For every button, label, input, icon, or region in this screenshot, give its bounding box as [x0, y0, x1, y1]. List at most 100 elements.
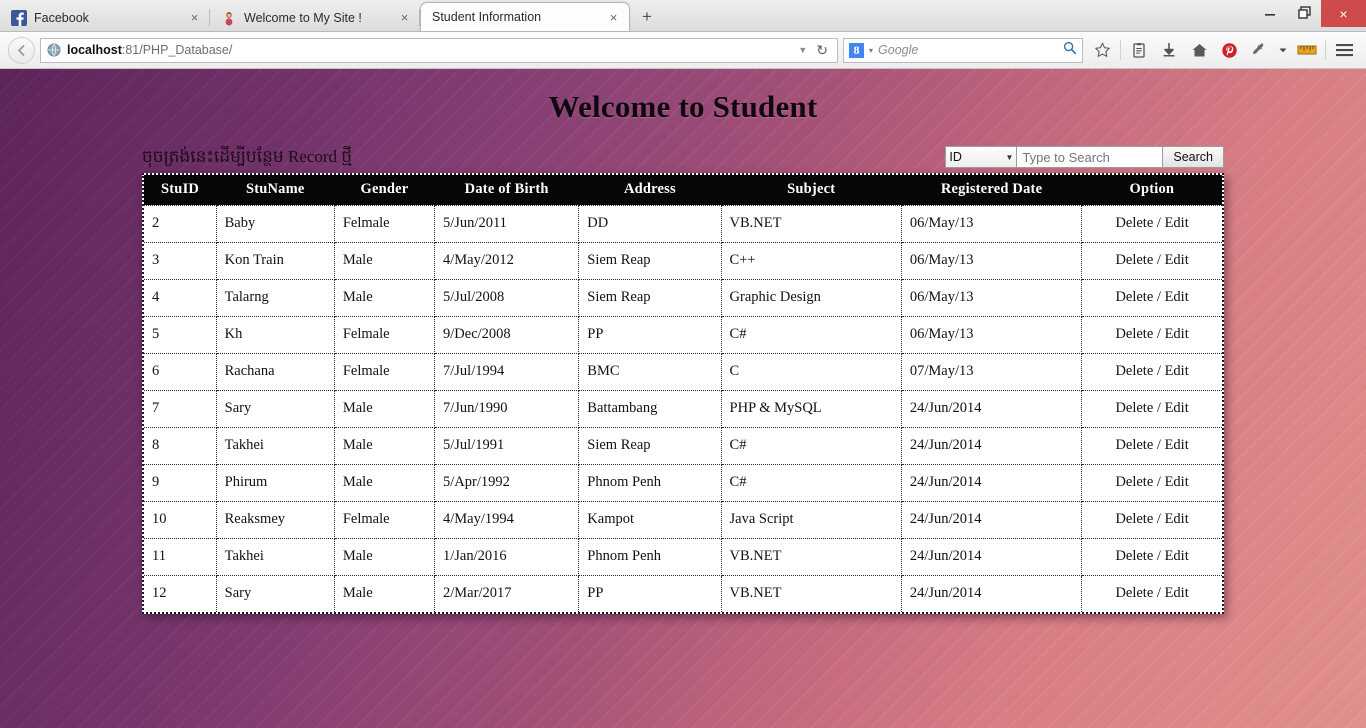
restore-button[interactable]	[1287, 0, 1321, 25]
back-button[interactable]	[8, 36, 35, 64]
edit-link[interactable]: Edit	[1165, 215, 1189, 231]
edit-link[interactable]: Edit	[1165, 548, 1189, 564]
chevron-down-icon[interactable]: ▼	[798, 45, 807, 55]
table-header-row: StuID StuName Gender Date of Birth Addre…	[144, 175, 1222, 205]
cell-stuname: Sary	[215, 574, 335, 612]
minimize-button[interactable]	[1253, 0, 1287, 25]
search-engine-dropdown-icon[interactable]: ▾	[869, 46, 873, 55]
delete-link[interactable]: Delete	[1115, 437, 1153, 453]
cell-stuid: 2	[144, 204, 217, 243]
cell-subject: C#	[720, 315, 902, 354]
cell-date-of-birth: 5/Jun/2011	[434, 204, 580, 243]
cell-address: Siem Reap	[578, 426, 722, 465]
edit-link[interactable]: Edit	[1165, 437, 1189, 453]
cell-option: Delete / Edit	[1081, 315, 1222, 354]
delete-link[interactable]: Delete	[1115, 400, 1153, 416]
browser-search-input[interactable]: Google	[878, 43, 1058, 57]
edit-link[interactable]: Edit	[1165, 289, 1189, 305]
delete-link[interactable]: Delete	[1115, 289, 1153, 305]
new-tab-button[interactable]: +	[634, 5, 660, 30]
edit-link[interactable]: Edit	[1165, 474, 1189, 490]
table-head: StuID StuName Gender Date of Birth Addre…	[144, 175, 1222, 205]
edit-link[interactable]: Edit	[1165, 511, 1189, 527]
home-icon[interactable]	[1185, 37, 1213, 64]
tab-close-icon[interactable]: ×	[606, 10, 621, 25]
pinterest-icon[interactable]	[1215, 37, 1243, 64]
toolbar-icons	[1088, 37, 1358, 64]
cell-option: Delete / Edit	[1081, 500, 1222, 539]
cell-subject: C++	[720, 241, 902, 280]
cell-gender: Male	[333, 389, 436, 428]
browser-search-box[interactable]: 8 ▾ Google	[843, 37, 1083, 63]
reading-list-icon[interactable]	[1125, 37, 1153, 64]
edit-link[interactable]: Edit	[1165, 363, 1189, 379]
search-magnifier-icon[interactable]	[1063, 41, 1077, 60]
column-header-subject: Subject	[721, 175, 902, 205]
cell-stuname: Talarng	[215, 278, 335, 317]
edit-link[interactable]: Edit	[1165, 326, 1189, 342]
cell-registered-date: 24/Jun/2014	[900, 463, 1083, 502]
cell-option: Delete / Edit	[1081, 204, 1222, 243]
edit-link[interactable]: Edit	[1165, 252, 1189, 268]
cell-registered-date: 06/May/13	[900, 278, 1083, 317]
table-row: 5 Kh Felmale 9/Dec/2008 PP C# 06/May/13 Delete …	[144, 315, 1222, 354]
cell-date-of-birth: 7/Jun/1990	[434, 389, 580, 428]
page-toolbar: ចុចត្រង់នេះដើម្បីបន្ថែម Record ថ្មី ID ▼…	[142, 144, 1224, 170]
cell-subject: Java Script	[720, 500, 902, 539]
eyedropper-icon[interactable]	[1245, 37, 1273, 64]
delete-link[interactable]: Delete	[1115, 474, 1153, 490]
delete-link[interactable]: Delete	[1115, 215, 1153, 231]
cell-address: Siem Reap	[578, 241, 722, 280]
tab-facebook[interactable]: Facebook ×	[0, 4, 210, 31]
edit-link[interactable]: Edit	[1165, 400, 1189, 416]
delete-link[interactable]: Delete	[1115, 252, 1153, 268]
browser-window: Facebook × Welcome to My Site ! × Studen…	[0, 0, 1366, 728]
delete-link[interactable]: Delete	[1115, 548, 1153, 564]
delete-link[interactable]: Delete	[1115, 326, 1153, 342]
cell-gender: Felmale	[333, 352, 436, 391]
delete-link[interactable]: Delete	[1115, 585, 1153, 601]
option-separator: /	[1153, 400, 1165, 416]
cell-registered-date: 24/Jun/2014	[900, 537, 1083, 576]
ruler-icon[interactable]	[1293, 37, 1321, 64]
tab-close-icon[interactable]: ×	[397, 10, 412, 25]
cell-stuname: Reaksmey	[215, 500, 335, 539]
tab-close-icon[interactable]: ×	[187, 10, 202, 25]
search-button[interactable]: Search	[1163, 146, 1224, 168]
download-icon[interactable]	[1155, 37, 1183, 64]
cell-address: Phnom Penh	[578, 463, 722, 502]
search-input[interactable]	[1017, 146, 1164, 168]
search-field-select[interactable]: ID ▼	[945, 146, 1018, 168]
reload-icon[interactable]: ↻	[813, 42, 831, 59]
cell-stuid: 6	[144, 352, 217, 391]
cell-registered-date: 24/Jun/2014	[900, 500, 1083, 539]
toolbar-divider	[1120, 40, 1121, 60]
column-header-gender: Gender	[334, 175, 435, 205]
menu-icon[interactable]	[1330, 37, 1358, 64]
page-title: Welcome to Student	[548, 89, 818, 124]
column-header-stuid: StuID	[144, 175, 217, 205]
delete-link[interactable]: Delete	[1115, 363, 1153, 379]
cell-address: PP	[578, 574, 722, 612]
eyedropper-dropdown-icon[interactable]	[1275, 37, 1291, 64]
cell-date-of-birth: 1/Jan/2016	[434, 537, 580, 576]
edit-link[interactable]: Edit	[1165, 585, 1189, 601]
cell-registered-date: 24/Jun/2014	[900, 574, 1083, 612]
add-record-link[interactable]: ចុចត្រង់នេះដើម្បីបន្ថែម Record ថ្មី	[142, 144, 352, 170]
delete-link[interactable]: Delete	[1115, 511, 1153, 527]
cell-stuid: 7	[144, 389, 217, 428]
cell-subject: VB.NET	[720, 204, 902, 243]
cell-gender: Male	[333, 278, 436, 317]
cell-date-of-birth: 5/Apr/1992	[434, 463, 580, 502]
address-bar[interactable]: localhost:81/PHP_Database/ ▼ ↻	[40, 37, 838, 63]
cell-option: Delete / Edit	[1081, 241, 1222, 280]
tab-student-information[interactable]: Student Information ×	[420, 2, 630, 31]
cell-address: Battambang	[578, 389, 722, 428]
cell-registered-date: 24/Jun/2014	[900, 389, 1083, 428]
close-window-button[interactable]: ×	[1321, 0, 1366, 27]
option-separator: /	[1153, 215, 1165, 231]
tab-welcome-to-my-site[interactable]: Welcome to My Site ! ×	[210, 4, 420, 31]
site-icon	[221, 10, 237, 26]
cell-option: Delete / Edit	[1081, 389, 1222, 428]
bookmark-star-icon[interactable]	[1088, 37, 1116, 64]
